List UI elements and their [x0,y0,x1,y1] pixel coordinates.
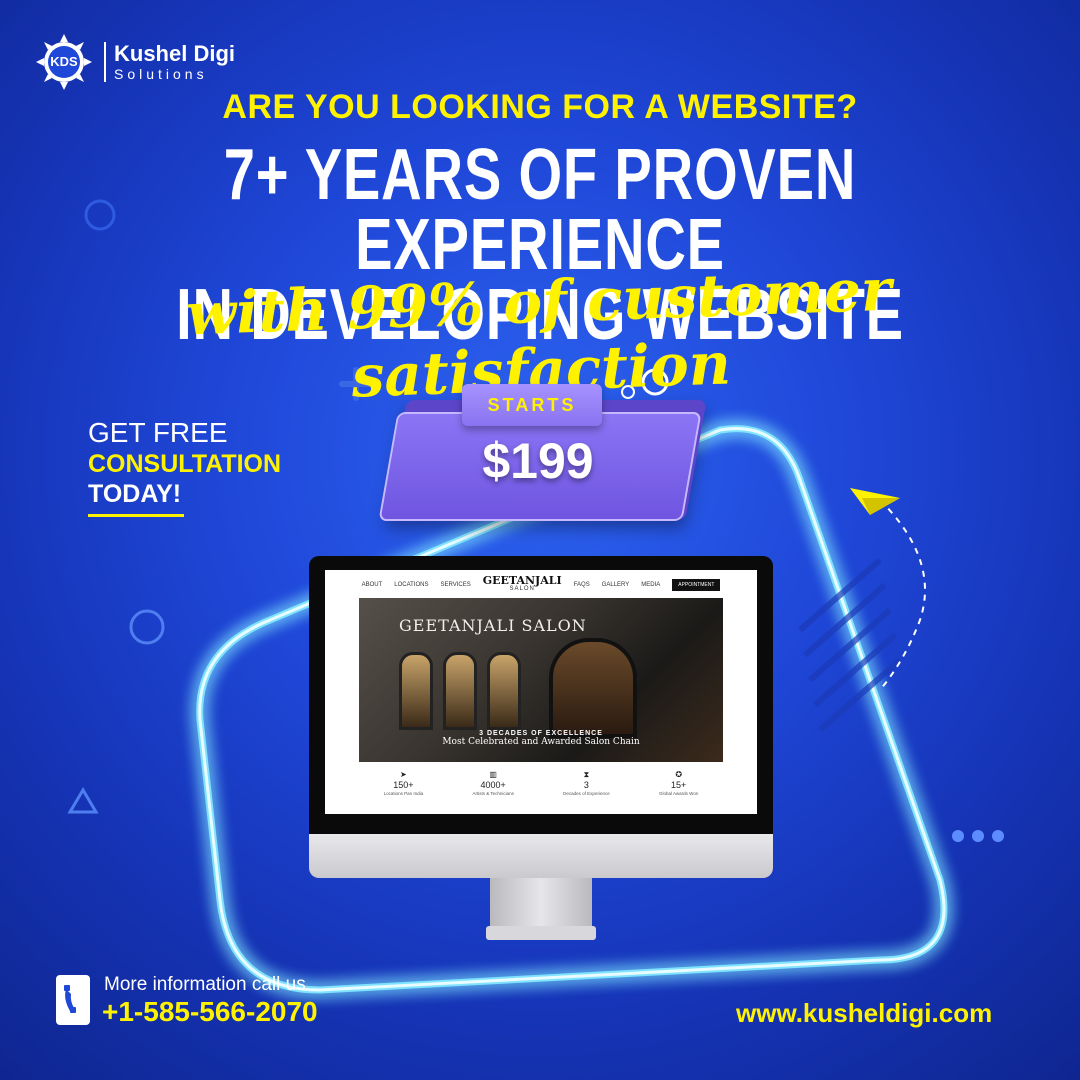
stat-locations: ➤ 150+ Locations Pan India [383,770,424,796]
consultation-line2: CONSULTATION [88,450,282,478]
hero-caption-title: 3 DECADES OF EXCELLENCE [479,730,603,737]
brand-logo[interactable]: KDS Kushel Digi Solutions [34,32,235,92]
site-nav: ABOUT LOCATIONS SERVICES GEETANJALI SALO… [325,570,757,600]
site-brand[interactable]: GEETANJALI [483,575,562,586]
website-link[interactable]: www.kusheldigi.com [736,998,992,1029]
consultation-line3: TODAY! [88,480,182,508]
kds-logo-icon: KDS [34,32,94,92]
hero-door [549,638,637,738]
price-value: $199 [482,433,594,489]
phone-number[interactable]: +1-585-566-2070 [102,996,318,1028]
phone-icon [56,975,90,1025]
stats-row: ➤ 150+ Locations Pan India ▥ 4000+ Artis… [359,770,723,810]
consultation-cta[interactable]: GET FREE CONSULTATION TODAY! [88,418,281,517]
logo-mark-text: KDS [50,54,78,69]
monitor-foot [486,926,596,940]
building-icon: ▥ [489,770,497,779]
brand-subtitle: Solutions [114,66,208,82]
site-brand-sub: SALON [509,586,535,592]
hero-arches [399,652,521,730]
dots-decoration [952,830,1004,842]
hero-caption-subtitle: Most Celebrated and Awarded Salon Chain [442,737,640,747]
nav-item-media[interactable]: MEDIA [641,582,660,588]
call-label: More information call us [104,974,306,995]
nav-item-gallery[interactable]: GALLERY [602,582,630,588]
nav-item-faqs[interactable]: FAQS [574,582,590,588]
location-arrow-icon: ➤ [400,770,407,779]
consultation-underline [88,514,184,517]
monitor-stand [490,878,592,930]
nav-item-about[interactable]: ABOUT [362,582,383,588]
monitor-chin [309,834,773,878]
hero-image: GEETANJALI SALON 3 DECADES OF EXCELLENCE… [359,598,723,762]
starts-label: STARTS [462,384,602,426]
website-screenshot: ABOUT LOCATIONS SERVICES GEETANJALI SALO… [325,570,757,814]
stat-decades: ⧗ 3 Decades of Experience [563,770,610,796]
headline-question: ARE YOU LOOKING FOR A WEBSITE? [222,88,858,126]
stat-awards: ✪ 15+ Global Awards Won [658,770,699,796]
stat-artists: ▥ 4000+ Artists & Technicians [472,770,514,796]
nav-item-services[interactable]: SERVICES [440,582,470,588]
award-icon: ✪ [675,770,683,779]
hero-sign: GEETANJALI SALON [399,616,587,635]
consultation-line1: GET FREE [88,417,228,448]
nav-item-locations[interactable]: LOCATIONS [394,582,428,588]
brand-name: Kushel Digi [114,41,236,66]
appointment-button[interactable]: APPOINTMENT [672,579,721,591]
hourglass-icon: ⧗ [583,770,590,779]
